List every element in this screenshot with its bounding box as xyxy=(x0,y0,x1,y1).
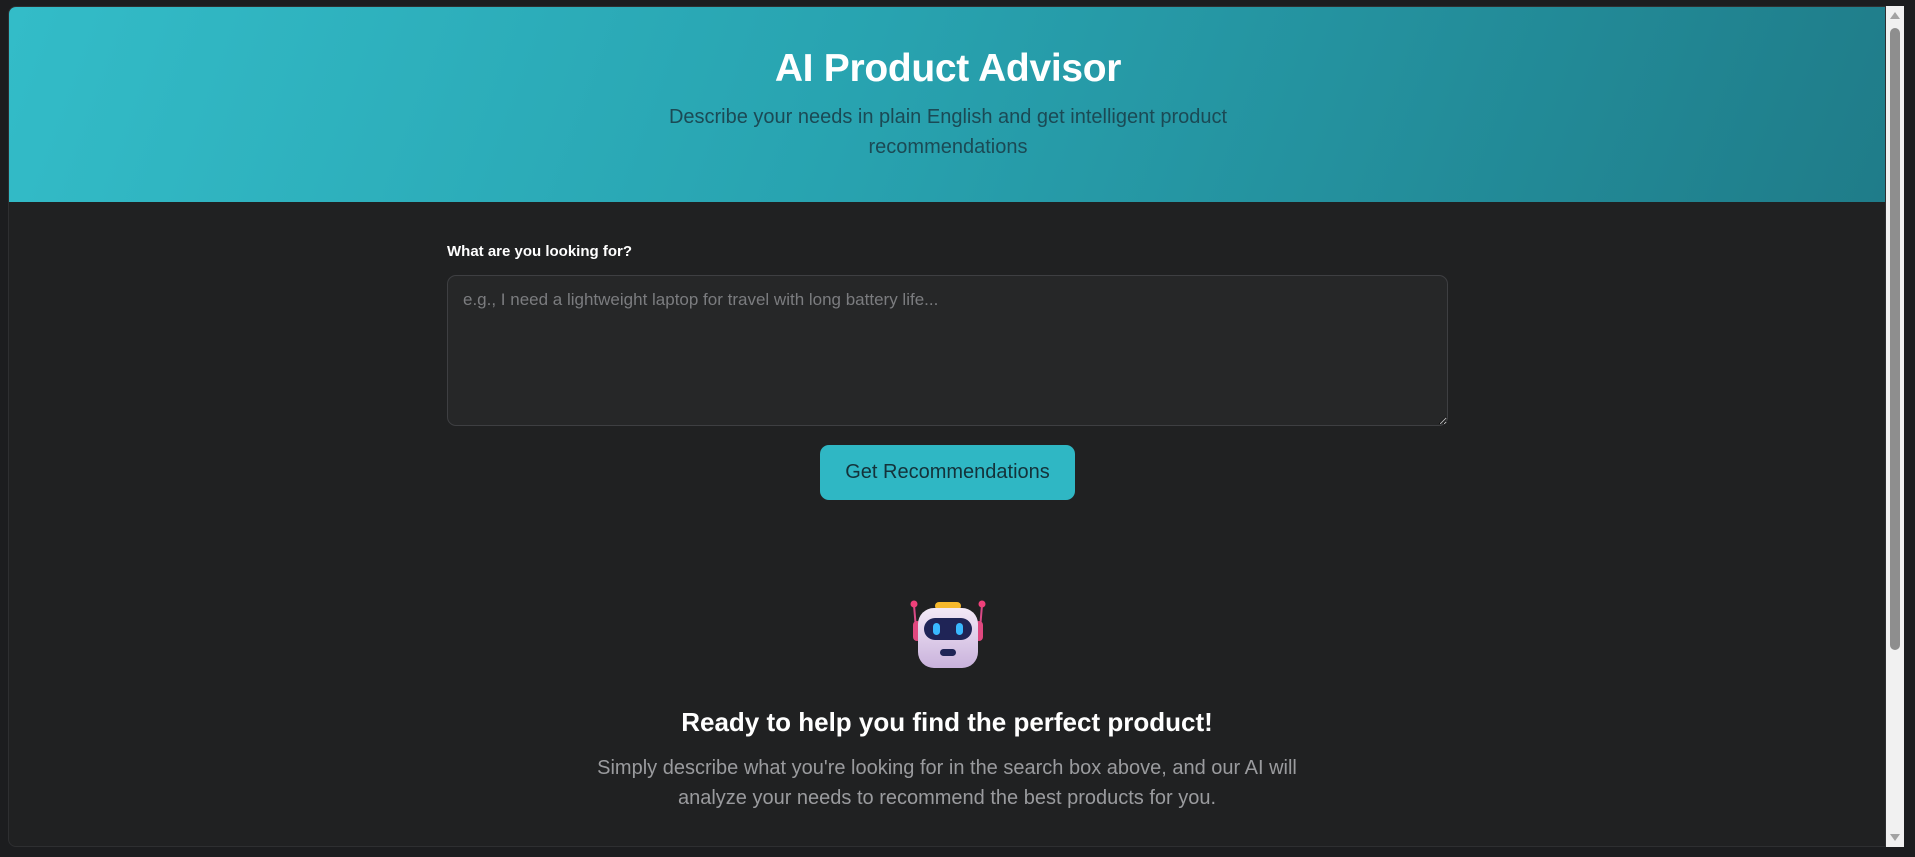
page-subtitle: Describe your needs in plain English and… xyxy=(668,106,1228,158)
scroll-down-icon[interactable] xyxy=(1890,834,1900,841)
page-scrollbar[interactable] xyxy=(1886,6,1904,847)
search-input[interactable] xyxy=(447,275,1448,426)
empty-state-text: Simply describe what you're looking for … xyxy=(597,757,1297,809)
page-title: AI Product Advisor xyxy=(774,47,1122,90)
robot-icon xyxy=(910,600,986,668)
app-window: AI Product Advisor Describe your needs i… xyxy=(8,6,1886,847)
empty-state-title: Ready to help you find the perfect produ… xyxy=(681,707,1213,737)
get-recommendations-button[interactable]: Get Recommendations xyxy=(820,445,1075,500)
header-banner: AI Product Advisor Describe your needs i… xyxy=(9,7,1885,202)
scrollbar-thumb[interactable] xyxy=(1890,28,1900,650)
scroll-up-icon[interactable] xyxy=(1890,12,1900,19)
search-label: What are you looking for? xyxy=(447,243,633,260)
